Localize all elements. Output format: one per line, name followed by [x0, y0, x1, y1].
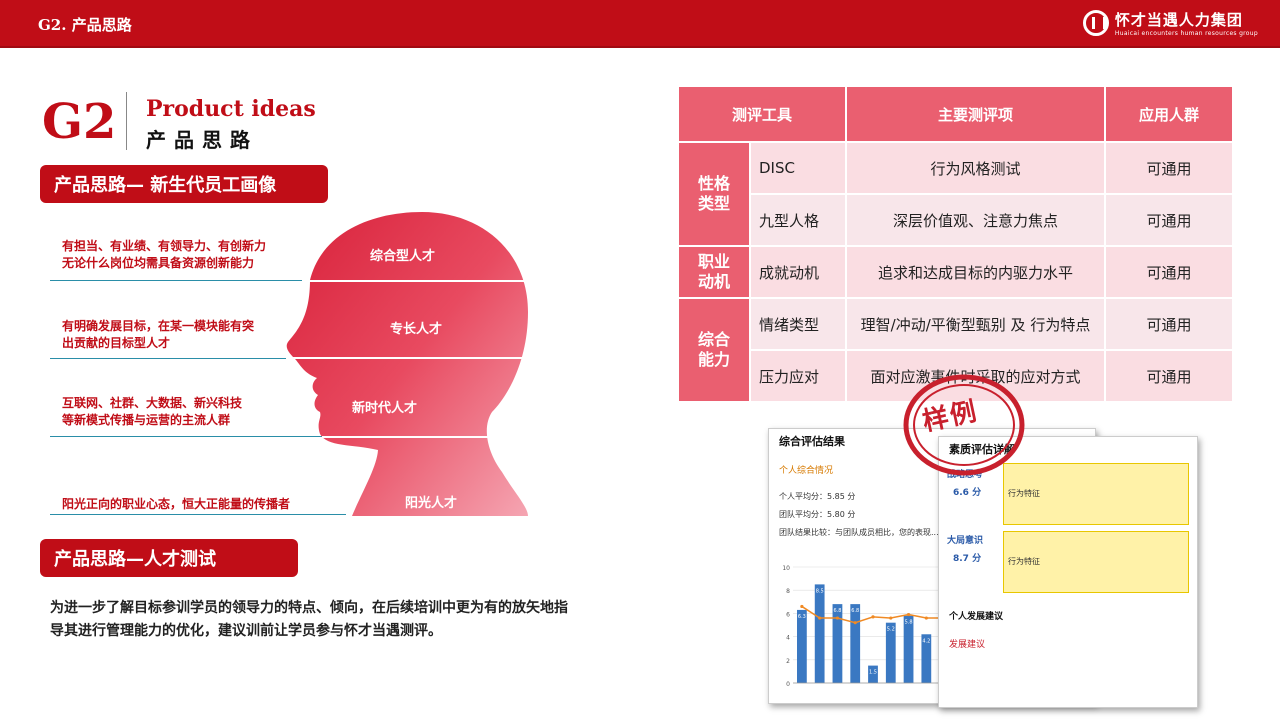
- chart-line-point: [835, 616, 840, 620]
- chart-bar: [903, 615, 914, 683]
- chart-tick-label: 6: [786, 611, 790, 618]
- chart-line-point: [924, 616, 928, 620]
- chart-line-point: [889, 616, 893, 620]
- table-item: 理智/冲动/平衡型甄别 及 行为特点: [845, 297, 1106, 351]
- assessment-intro: 为进一步了解目标参训学员的领导力的特点、倾向，在后续培训中更为有的放矢地指导其进…: [50, 600, 568, 639]
- competency-label: 大局意识: [947, 536, 984, 546]
- report-section: 个人发展建议: [949, 612, 1004, 622]
- report-line: 个人平均分：5.85 分: [779, 492, 856, 501]
- table-tool: 成就动机: [749, 245, 847, 299]
- chart-line-point: [800, 604, 804, 609]
- head-label-3: 新时代人才: [352, 401, 418, 416]
- behavior-tag: 行为特征: [1008, 489, 1040, 498]
- head-label-1: 综合型人才: [370, 249, 436, 264]
- brand-slogan: Huaicai encounters human resources group: [1114, 30, 1258, 37]
- table-item: 行为风格测试: [845, 141, 1106, 195]
- table-header: 应用人群: [1104, 85, 1234, 143]
- chart-tick-label: 2: [786, 658, 790, 665]
- table-group: 可通用: [1104, 141, 1234, 195]
- report-subtitle: 个人综合情况: [779, 466, 834, 476]
- chart-line-point: [906, 612, 911, 617]
- chart-data-label: 8.5: [816, 588, 824, 594]
- brand-logo: 怀才当遇人力集团 Huaicai encounters human resour…: [1082, 9, 1258, 37]
- trait-text-3: 互联网、社群、大数据、新兴科技 等新模式传播与运营的主流人群: [62, 396, 243, 427]
- report-line: 团队平均分：5.80 分: [779, 510, 856, 519]
- brand-name: 怀才当遇人力集团: [1114, 11, 1243, 29]
- english-title: Product ideas: [146, 96, 316, 122]
- behavior-box: 行为特征: [1003, 531, 1189, 593]
- top-bar: G2. 产品思路 怀才当遇人力集团 Huaicai encounters hum…: [0, 0, 1280, 48]
- chart-data-label: 6.8: [851, 608, 859, 614]
- section-heading-portrait: 产品思路— 新生代员工画像: [40, 165, 328, 203]
- chart-bar: [832, 604, 843, 683]
- brand-mark-icon: [1082, 10, 1109, 36]
- table-row: 九型人格 深层价值观、注意力焦点 可通用: [678, 193, 1234, 247]
- chart-data-label: 1.5: [869, 670, 877, 676]
- title-divider: [126, 92, 127, 150]
- table-tool: 情绪类型: [749, 297, 847, 351]
- table-header: 主要测评项: [845, 85, 1106, 143]
- trait-text-4: 阳光正向的职业心态，恒大正能量的传播者: [62, 497, 291, 511]
- chart-tick-label: 0: [786, 681, 790, 688]
- head-label-4: 阳光人才: [405, 496, 458, 511]
- head-label-2: 专长人才: [390, 322, 443, 337]
- chart-data-label: 6.3: [798, 614, 806, 620]
- chart-data-label: 5.2: [887, 627, 895, 633]
- chart-tick-label: 10: [782, 565, 790, 572]
- chart-bar: [797, 609, 807, 683]
- chart-line-point: [853, 621, 857, 625]
- table-category: 职业 动机: [677, 245, 751, 299]
- behavior-tag: 行为特征: [1008, 557, 1040, 566]
- chart-line-point: [818, 616, 822, 620]
- table-tool: DISC: [749, 141, 847, 195]
- table-group: 可通用: [1104, 297, 1234, 351]
- report-subsection: 发展建议: [949, 640, 986, 650]
- assessment-tools-table: 测评工具 主要测评项 应用人群 性格 类型 DISC 行为风格测试 可通用 九型…: [677, 85, 1234, 403]
- chart-line-point: [871, 615, 875, 619]
- table-row: 职业 动机 成就动机 追求和达成目标的内驱力水平 可通用: [677, 245, 1234, 299]
- competency-score: 6.6 分: [953, 488, 982, 498]
- table-category: 综合 能力: [677, 297, 751, 403]
- page-code: G2. 产品思路: [38, 16, 132, 34]
- trait-text-2: 有明确发展目标，在某一模块能有突 出贡献的目标型人才: [62, 319, 255, 350]
- chart-tick-label: 4: [786, 635, 790, 642]
- section-heading-assessment: 产品思路—人才测试: [40, 539, 298, 577]
- table-group: 可通用: [1104, 193, 1234, 247]
- table-header: 测评工具: [677, 85, 847, 143]
- chinese-title: 产品思路: [146, 128, 258, 152]
- trait-text-1: 有担当、有业绩、有领导力、有创新力 无论什么岗位均需具备资源创新能力: [62, 239, 267, 270]
- table-row: 综合 能力 情绪类型 理智/冲动/平衡型甄别 及 行为特点 可通用: [677, 297, 1234, 403]
- sample-report-images: 综合评估结果 个人综合情况 个人平均分：5.85 分 团队平均分：5.80 分 …: [760, 372, 1200, 712]
- chart-data-label: 5.8: [905, 620, 913, 626]
- section-number: G2: [42, 94, 117, 150]
- report-line: 团队结果比较：与团队成员相比，您的表现...: [779, 528, 939, 537]
- report-title: 综合评估结果: [779, 435, 845, 448]
- chart-bar: [814, 584, 825, 683]
- table-item: 深层价值观、注意力焦点: [845, 193, 1106, 247]
- table-category: 性格 类型: [677, 141, 751, 247]
- table-tool: 九型人格: [749, 193, 847, 247]
- competency-score: 8.7 分: [953, 554, 982, 564]
- table-row: 性格 类型 DISC 行为风格测试 可通用: [677, 141, 1234, 247]
- chart-data-label: 6.8: [833, 608, 841, 614]
- table-header-row: 测评工具 主要测评项 应用人群: [677, 85, 1234, 143]
- sample-bar-chart: 02468106.38.56.86.81.55.25.84.25.8: [782, 565, 953, 688]
- chart-data-label: 4.2: [922, 638, 930, 644]
- chart-bar: [850, 604, 861, 683]
- trait-divider: [50, 358, 295, 359]
- table-group: 可通用: [1104, 245, 1234, 299]
- behavior-box: 行为特征: [1003, 463, 1189, 525]
- table-item: 追求和达成目标的内驱力水平: [845, 245, 1106, 299]
- chart-tick-label: 8: [786, 588, 790, 595]
